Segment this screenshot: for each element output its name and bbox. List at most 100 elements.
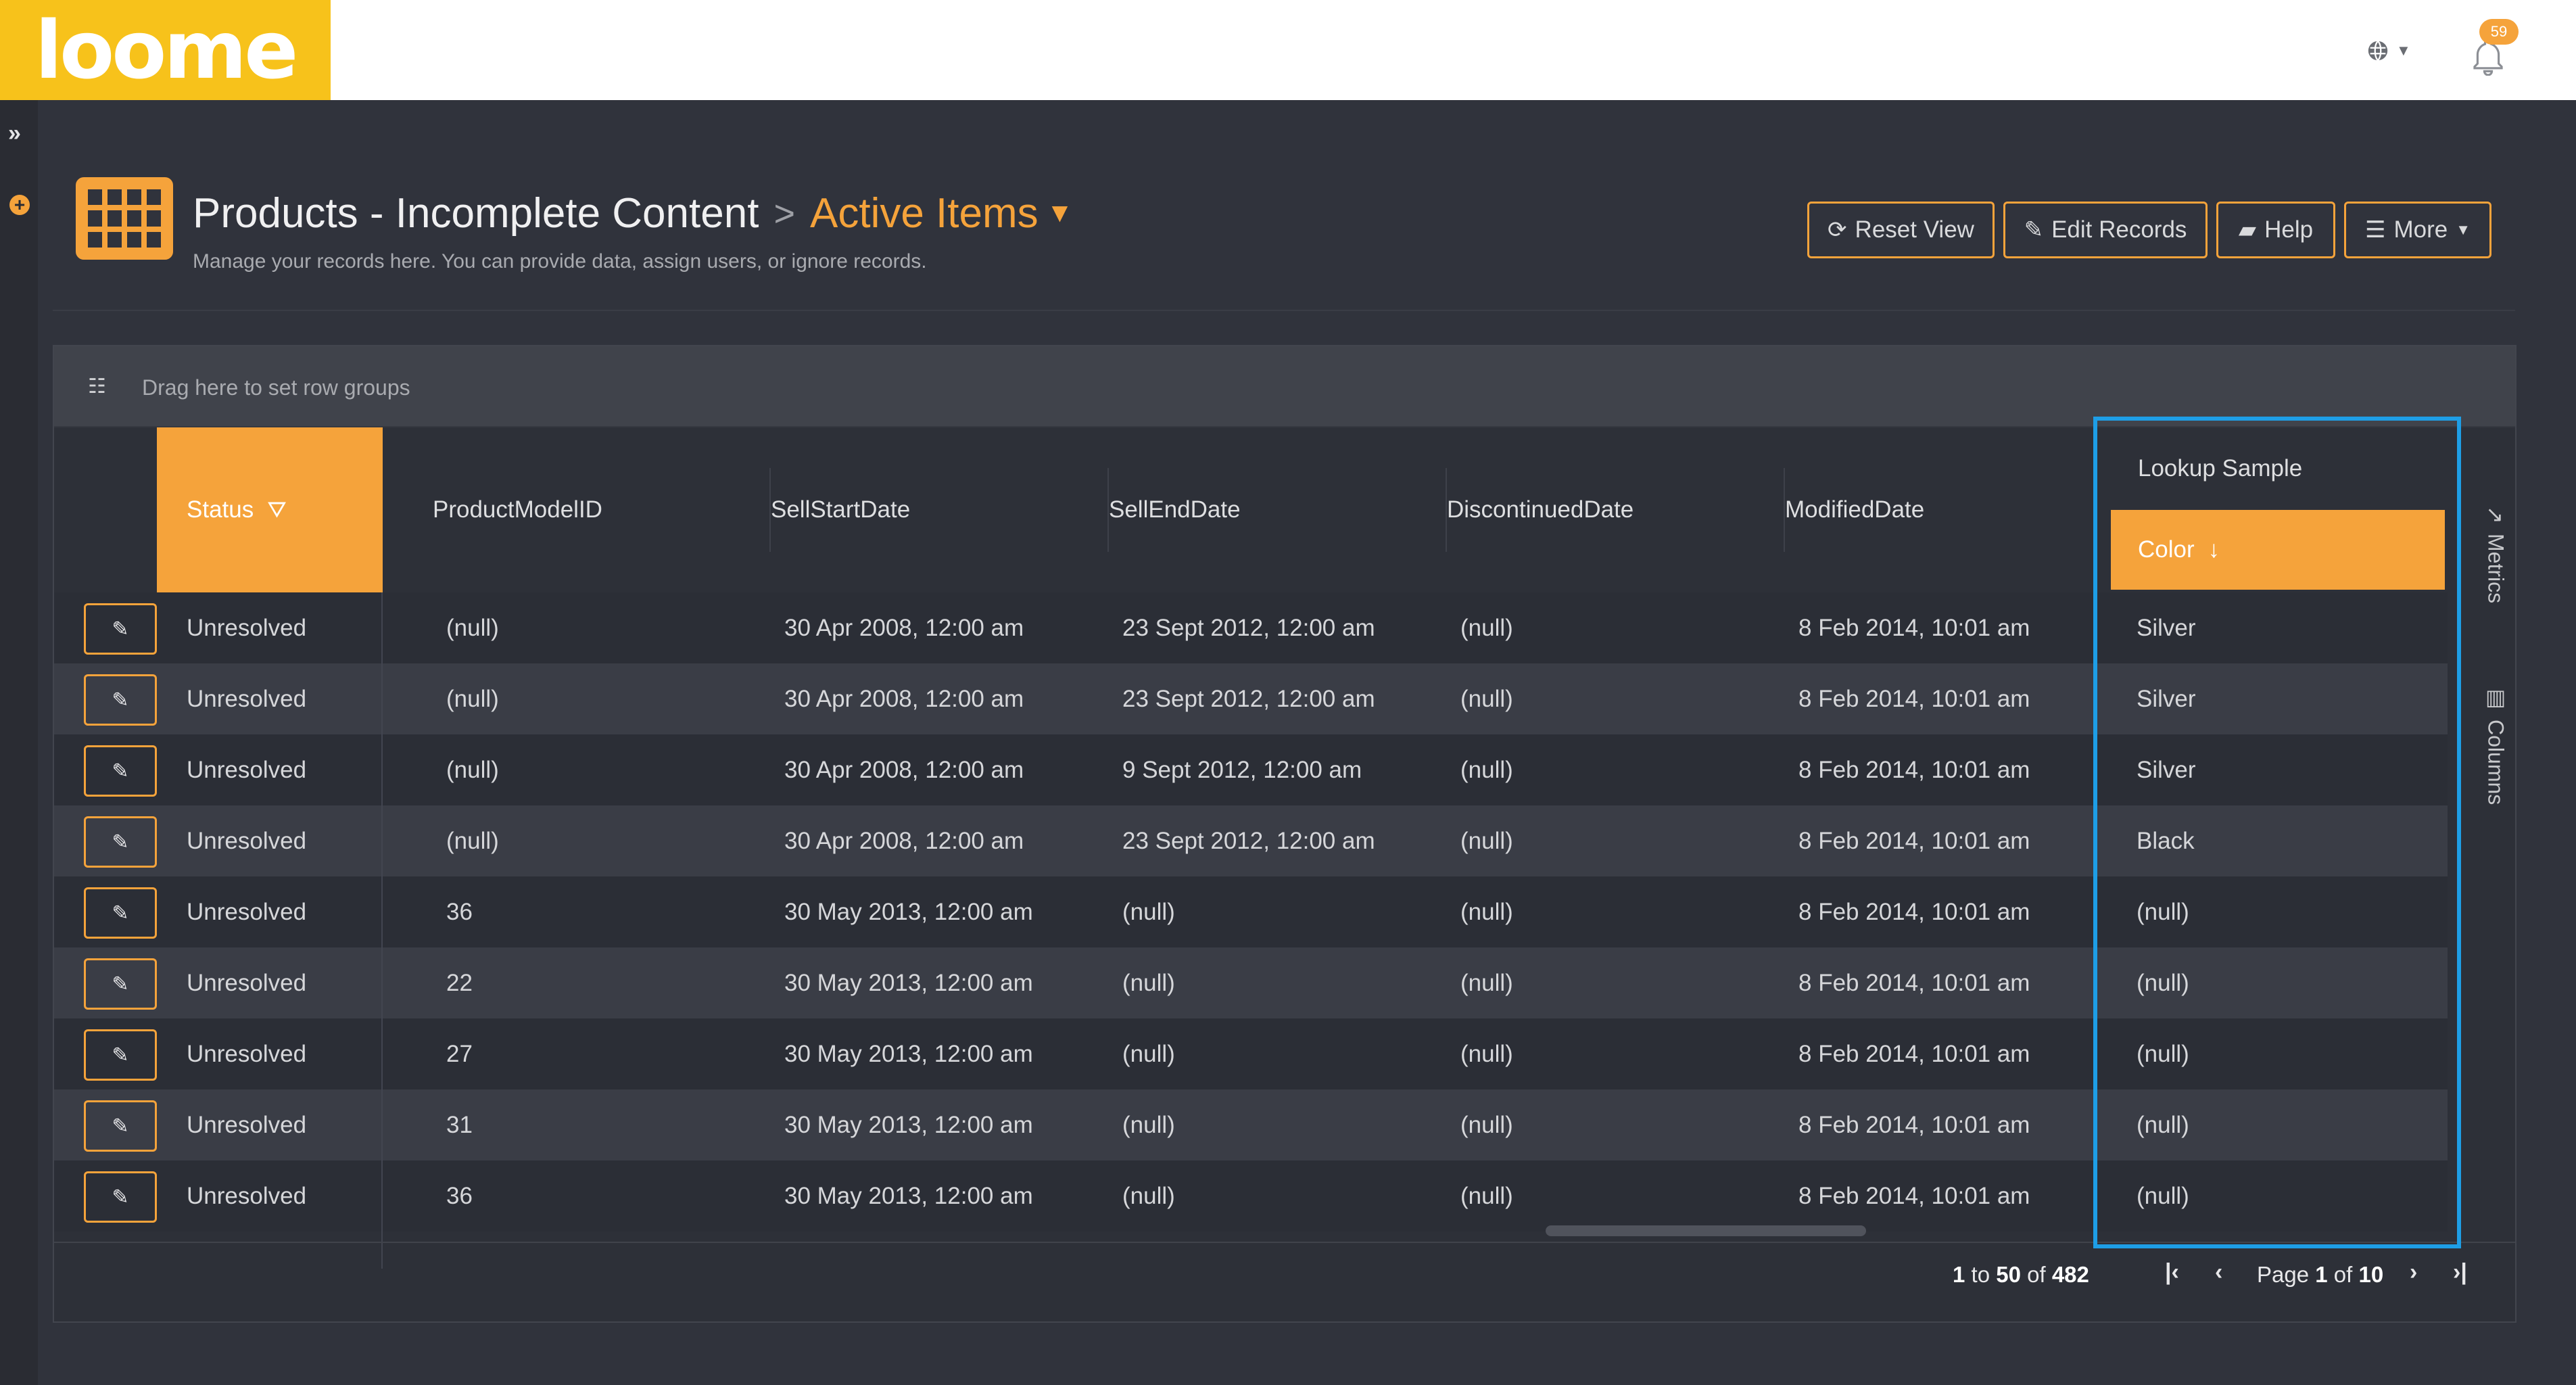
- last-page-icon[interactable]: ›|: [2453, 1259, 2467, 1286]
- cell-productmodelid[interactable]: 27: [446, 1018, 473, 1089]
- cell-sellenddate[interactable]: (null): [1122, 1160, 1175, 1231]
- cell-discontinueddate[interactable]: (null): [1460, 592, 1513, 663]
- cell-productmodelid[interactable]: 31: [446, 1089, 473, 1160]
- edit-row-button[interactable]: ✎: [84, 887, 157, 939]
- row-group-dropzone[interactable]: ☷ Drag here to set row groups: [54, 346, 2515, 427]
- cell-modifieddate[interactable]: 8 Feb 2014, 10:01 am: [1798, 1160, 2030, 1231]
- cell-sellenddate[interactable]: (null): [1122, 876, 1175, 947]
- view-selector[interactable]: Active Items: [810, 189, 1039, 237]
- cell-sellenddate[interactable]: 23 Sept 2012, 12:00 am: [1122, 592, 1375, 663]
- cell-productmodelid[interactable]: 36: [446, 876, 473, 947]
- cell-productmodelid[interactable]: (null): [446, 805, 499, 876]
- table-row[interactable]: ✎ Unresolved 22 30 May 2013, 12:00 am (null)…: [54, 947, 2448, 1018]
- cell-discontinueddate[interactable]: (null): [1460, 663, 1513, 734]
- reset-view-button[interactable]: ⟳ Reset View: [1807, 202, 1995, 258]
- cell-sellenddate[interactable]: 23 Sept 2012, 12:00 am: [1122, 805, 1375, 876]
- edit-row-button[interactable]: ✎: [84, 674, 157, 726]
- previous-page-icon[interactable]: ‹: [2215, 1259, 2222, 1286]
- cell-status[interactable]: Unresolved: [187, 1089, 306, 1160]
- cell-discontinueddate[interactable]: (null): [1460, 947, 1513, 1018]
- table-row[interactable]: ✎ Unresolved (null) 30 Apr 2008, 12:00 am 23…: [54, 663, 2448, 734]
- cell-status[interactable]: Unresolved: [187, 734, 306, 805]
- breadcrumb-title[interactable]: Products - Incomplete Content: [193, 189, 759, 237]
- table-row[interactable]: ✎ Unresolved 36 30 May 2013, 12:00 am (null)…: [54, 1160, 2448, 1231]
- cell-modifieddate[interactable]: 8 Feb 2014, 10:01 am: [1798, 663, 2030, 734]
- edit-row-button[interactable]: ✎: [84, 816, 157, 868]
- cell-sellstartdate[interactable]: 30 May 2013, 12:00 am: [784, 1089, 1033, 1160]
- edit-records-button[interactable]: ✎ Edit Records: [2003, 202, 2208, 258]
- cell-status[interactable]: Unresolved: [187, 663, 306, 734]
- cell-productmodelid[interactable]: 36: [446, 1160, 473, 1231]
- column-header-productmodelid[interactable]: ProductModelID: [433, 427, 771, 592]
- cell-sellstartdate[interactable]: 30 May 2013, 12:00 am: [784, 947, 1033, 1018]
- cell-sellstartdate[interactable]: 30 May 2013, 12:00 am: [784, 876, 1033, 947]
- cell-status[interactable]: Unresolved: [187, 805, 306, 876]
- cell-discontinueddate[interactable]: (null): [1460, 1018, 1513, 1089]
- next-page-icon[interactable]: ›: [2410, 1259, 2417, 1286]
- cell-productmodelid[interactable]: (null): [446, 592, 499, 663]
- logo[interactable]: loome: [0, 0, 331, 100]
- cell-sellenddate[interactable]: 9 Sept 2012, 12:00 am: [1122, 734, 1362, 805]
- cell-modifieddate[interactable]: 8 Feb 2014, 10:01 am: [1798, 947, 2030, 1018]
- horizontal-scrollbar[interactable]: [1546, 1225, 1866, 1236]
- cell-sellenddate[interactable]: (null): [1122, 1089, 1175, 1160]
- language-selector[interactable]: ▼: [2366, 35, 2414, 66]
- edit-row-button[interactable]: ✎: [84, 1029, 157, 1081]
- cell-sellstartdate[interactable]: 30 Apr 2008, 12:00 am: [784, 734, 1024, 805]
- cell-modifieddate[interactable]: 8 Feb 2014, 10:01 am: [1798, 876, 2030, 947]
- column-header-status[interactable]: Status ⛛: [157, 427, 383, 592]
- cell-modifieddate[interactable]: 8 Feb 2014, 10:01 am: [1798, 1089, 2030, 1160]
- table-row[interactable]: ✎ Unresolved 36 30 May 2013, 12:00 am (null)…: [54, 876, 2448, 947]
- cell-discontinueddate[interactable]: (null): [1460, 1089, 1513, 1160]
- edit-row-button[interactable]: ✎: [84, 1171, 157, 1223]
- cell-discontinueddate[interactable]: (null): [1460, 876, 1513, 947]
- cell-discontinueddate[interactable]: (null): [1460, 734, 1513, 805]
- edit-row-button[interactable]: ✎: [84, 745, 157, 797]
- table-row[interactable]: ✎ Unresolved (null) 30 Apr 2008, 12:00 am 9 …: [54, 734, 2448, 805]
- add-icon[interactable]: +: [9, 195, 30, 215]
- cell-modifieddate[interactable]: 8 Feb 2014, 10:01 am: [1798, 592, 2030, 663]
- cell-modifieddate[interactable]: 8 Feb 2014, 10:01 am: [1798, 805, 2030, 876]
- more-button[interactable]: ☰ More ▼: [2344, 202, 2491, 258]
- table-row[interactable]: ✎ Unresolved (null) 30 Apr 2008, 12:00 am 23…: [54, 592, 2448, 663]
- filter-icon[interactable]: ⛛: [267, 497, 287, 523]
- cell-productmodelid[interactable]: (null): [446, 734, 499, 805]
- cell-modifieddate[interactable]: 8 Feb 2014, 10:01 am: [1798, 1018, 2030, 1089]
- notifications-button[interactable]: 59: [2464, 19, 2519, 80]
- cell-sellstartdate[interactable]: 30 Apr 2008, 12:00 am: [784, 592, 1024, 663]
- cell-sellstartdate[interactable]: 30 Apr 2008, 12:00 am: [784, 805, 1024, 876]
- cell-sellstartdate[interactable]: 30 May 2013, 12:00 am: [784, 1018, 1033, 1089]
- column-header-modifieddate[interactable]: ModifiedDate: [1785, 427, 2107, 592]
- cell-status[interactable]: Unresolved: [187, 947, 306, 1018]
- cell-sellenddate[interactable]: 23 Sept 2012, 12:00 am: [1122, 663, 1375, 734]
- cell-modifieddate[interactable]: 8 Feb 2014, 10:01 am: [1798, 734, 2030, 805]
- cell-sellstartdate[interactable]: 30 Apr 2008, 12:00 am: [784, 663, 1024, 734]
- chevron-down-icon[interactable]: ▼: [1047, 198, 1074, 229]
- metrics-panel-tab[interactable]: ↗ Metrics: [2483, 506, 2508, 603]
- first-page-icon[interactable]: |‹: [2165, 1259, 2179, 1286]
- edit-row-button[interactable]: ✎: [84, 958, 157, 1010]
- cell-status[interactable]: Unresolved: [187, 876, 306, 947]
- expand-sidebar-icon[interactable]: »: [8, 120, 21, 147]
- edit-row-button[interactable]: ✎: [84, 603, 157, 655]
- cell-sellenddate[interactable]: (null): [1122, 1018, 1175, 1089]
- column-header-discontinueddate[interactable]: DiscontinuedDate: [1447, 427, 1785, 592]
- column-header-sellenddate[interactable]: SellEndDate: [1109, 427, 1447, 592]
- lookup-sample-highlight: [2093, 417, 2461, 1248]
- cell-status[interactable]: Unresolved: [187, 592, 306, 663]
- cell-status[interactable]: Unresolved: [187, 1018, 306, 1089]
- edit-row-button[interactable]: ✎: [84, 1100, 157, 1152]
- columns-panel-tab[interactable]: ▥ Columns: [2483, 684, 2508, 805]
- cell-productmodelid[interactable]: (null): [446, 663, 499, 734]
- cell-sellenddate[interactable]: (null): [1122, 947, 1175, 1018]
- cell-status[interactable]: Unresolved: [187, 1160, 306, 1231]
- cell-sellstartdate[interactable]: 30 May 2013, 12:00 am: [784, 1160, 1033, 1231]
- help-button[interactable]: ▰ Help: [2216, 202, 2335, 258]
- cell-discontinueddate[interactable]: (null): [1460, 805, 1513, 876]
- table-row[interactable]: ✎ Unresolved (null) 30 Apr 2008, 12:00 am 23…: [54, 805, 2448, 876]
- table-row[interactable]: ✎ Unresolved 31 30 May 2013, 12:00 am (null)…: [54, 1089, 2448, 1160]
- column-header-sellstartdate[interactable]: SellStartDate: [771, 427, 1109, 592]
- table-row[interactable]: ✎ Unresolved 27 30 May 2013, 12:00 am (null)…: [54, 1018, 2448, 1089]
- cell-productmodelid[interactable]: 22: [446, 947, 473, 1018]
- cell-discontinueddate[interactable]: (null): [1460, 1160, 1513, 1231]
